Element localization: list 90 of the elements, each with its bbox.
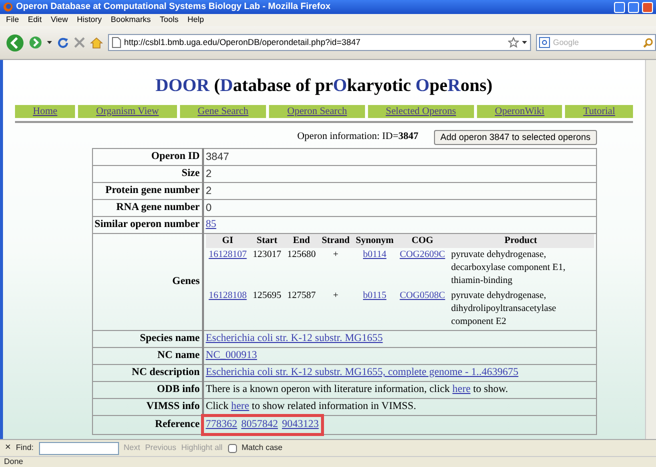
page-heading: DOOR (Database of prOkaryotic OpeRons) [155, 74, 493, 97]
forward-icon[interactable] [29, 36, 42, 49]
match-case-label: Match case [242, 442, 282, 454]
page-icon [112, 37, 121, 48]
row-label: NC name [157, 350, 200, 361]
row-label: VIMSS info [146, 401, 200, 412]
value-text: 3847 [206, 150, 230, 165]
status-text: Done [4, 456, 24, 467]
row-label: Similar operon number [94, 219, 200, 230]
scrollbar[interactable] [645, 60, 656, 439]
window-title: Operon Database at Computational Systems Biology Lab - Mozilla Firefox [16, 0, 332, 14]
column-header: Product [448, 234, 594, 248]
end-text: 127587 [287, 291, 316, 301]
add-operon-button[interactable]: Add operon 3847 to selected operons [434, 130, 596, 145]
match-case-checkbox[interactable] [228, 444, 237, 452]
nav-link[interactable]: OperonWiki [476, 105, 562, 118]
start-text: 123017 [252, 250, 282, 260]
address-field[interactable]: http://csbl1.bmb.uga.edu/OperonDB/operondetail.php?id=3847 [108, 34, 531, 51]
synonym-link[interactable]: b0114 [363, 250, 386, 260]
maximize-button[interactable] [628, 2, 639, 12]
synonym-link[interactable]: b0115 [363, 291, 386, 301]
row-label: Size [182, 168, 200, 179]
strand-text: + [333, 250, 338, 260]
column-header: Start [250, 234, 284, 248]
cog-link[interactable]: COG0508C [400, 291, 446, 301]
nav-link[interactable]: Operon Search [269, 105, 365, 118]
menu-item[interactable]: History [76, 14, 102, 26]
value-link[interactable]: 85 [206, 217, 216, 233]
row-label: RNA gene number [116, 202, 200, 213]
row-label: Protein gene number [105, 185, 200, 196]
column-header: GI [206, 234, 250, 248]
nav-link[interactable]: Selected Operons [368, 105, 474, 118]
menu-item[interactable]: Tools [160, 14, 178, 26]
nav-link[interactable]: Gene Search [180, 105, 266, 118]
here-link[interactable]: here [231, 401, 250, 412]
minimize-button[interactable] [614, 2, 625, 12]
row-label: Operon ID [151, 151, 200, 162]
nav-link[interactable]: Tutorial [565, 105, 634, 118]
value-text: 0 [206, 201, 212, 216]
value-text: 2 [206, 167, 212, 182]
nav-link[interactable]: Home [15, 105, 76, 118]
start-text: 125695 [252, 291, 282, 301]
strand-text: + [333, 291, 338, 301]
row-label: Species name [140, 333, 200, 344]
gi-link[interactable]: 16128108 [208, 291, 247, 301]
row-label: NC description [132, 367, 200, 378]
search-icon[interactable] [643, 38, 653, 48]
reload-icon[interactable] [57, 36, 69, 48]
info-text: There is a known operon with literature information, click here to show. [206, 384, 508, 395]
menu-item[interactable]: File [6, 14, 19, 26]
value-link[interactable]: 9043123 [282, 417, 319, 433]
info-text: Click here to show related information in VIMSS. [206, 401, 416, 412]
value-link[interactable]: Escherichia coli str. K-12 substr. MG1655 [206, 331, 383, 347]
cog-link[interactable]: COG2609C [400, 250, 446, 260]
stop-icon[interactable] [74, 37, 85, 48]
close-find-icon[interactable]: × [5, 443, 11, 453]
here-link[interactable]: here [452, 384, 470, 395]
home-icon[interactable] [90, 36, 103, 48]
caret-icon[interactable] [522, 41, 527, 44]
search-placeholder: Google [553, 36, 580, 48]
row-label: ODB info [156, 384, 200, 395]
find-label: Find: [16, 442, 34, 454]
end-text: 125680 [287, 250, 316, 260]
search-engine-icon[interactable] [539, 37, 550, 48]
value-link[interactable]: 8057842 [241, 417, 278, 433]
row-label: Reference [155, 419, 200, 430]
column-header: End [284, 234, 319, 248]
find-field[interactable] [38, 442, 119, 454]
url-text: http://csbl1.bmb.uga.edu/OperonDB/operondetail.php?id=3847 [124, 36, 362, 49]
nav-link[interactable]: Organism View [78, 105, 177, 118]
menu-item[interactable]: Bookmarks [110, 14, 151, 26]
operon-info-text: Operon information: ID=3847 [297, 130, 418, 144]
column-header: Strand [318, 234, 353, 248]
caret-icon[interactable] [47, 41, 52, 44]
gi-link[interactable]: 16128107 [208, 250, 247, 260]
menu-item[interactable]: Edit [28, 14, 42, 26]
value-link[interactable]: Escherichia coli str. K-12 substr. MG1655, complete genome - 1..4639675 [206, 365, 518, 381]
value-link[interactable]: 778362 [206, 417, 238, 433]
column-header: COG [396, 234, 448, 248]
product-text: pyruvate dehydrogenase, dihydrolipoyltransacetylase component E2 [451, 291, 556, 327]
menu-item[interactable]: View [50, 14, 68, 26]
menu-item[interactable]: Help [187, 14, 204, 26]
star-icon[interactable] [508, 37, 519, 48]
column-header: Synonym [352, 234, 397, 248]
back-icon[interactable] [6, 34, 24, 52]
value-link[interactable]: NC_000913 [206, 348, 258, 364]
value-text: 2 [206, 184, 212, 199]
close-button[interactable] [642, 2, 653, 12]
browser-logo-icon [3, 2, 13, 12]
row-label: Genes [172, 276, 200, 287]
